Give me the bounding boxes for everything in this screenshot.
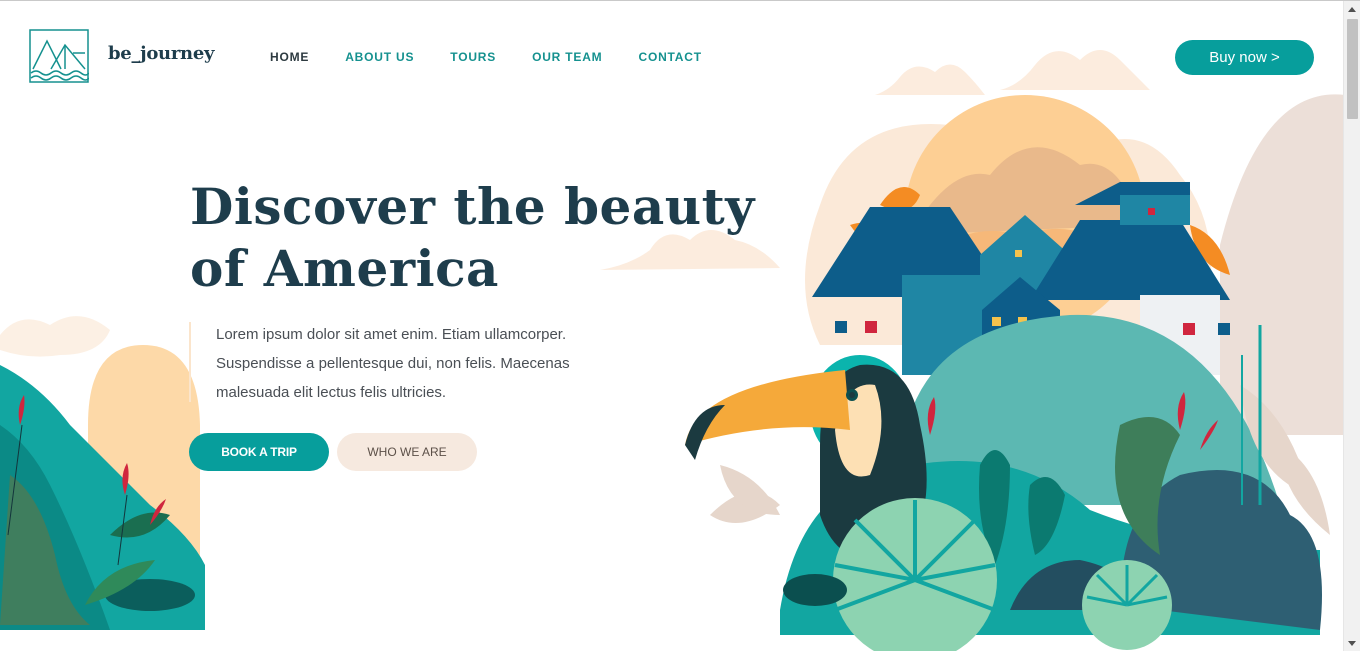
- nav-item-about-us[interactable]: ABOUT US: [345, 50, 414, 64]
- hero-description-line1: Lorem ipsum dolor sit amet enim. Etiam u…: [216, 326, 567, 343]
- nav-item-our-team[interactable]: OUR TEAM: [532, 50, 602, 64]
- hero-title: Discover the beauty of America: [190, 176, 770, 300]
- who-we-are-button[interactable]: WHO WE ARE: [337, 433, 477, 471]
- description-accent-bar: [189, 322, 191, 402]
- scroll-down-arrow-icon[interactable]: [1348, 641, 1356, 646]
- book-a-trip-button[interactable]: BOOK A TRIP: [189, 433, 329, 471]
- main-navigation: HOME ABOUT US TOURS OUR TEAM CONTACT: [270, 50, 738, 64]
- nav-item-contact[interactable]: CONTACT: [638, 50, 701, 64]
- buy-now-button[interactable]: Buy now >: [1175, 40, 1314, 75]
- nav-item-home[interactable]: HOME: [270, 50, 309, 64]
- scrollbar-thumb[interactable]: [1347, 19, 1358, 119]
- nav-item-tours[interactable]: TOURS: [450, 50, 496, 64]
- hero-title-line2: of America: [190, 239, 499, 298]
- page-scrollbar[interactable]: [1343, 1, 1360, 651]
- left-jungle-illustration: [0, 316, 205, 630]
- hero-description: Lorem ipsum dolor sit amet enim. Etiam u…: [216, 320, 616, 407]
- hero-description-line2: Suspendisse a pellentesque dui, non feli…: [216, 355, 570, 372]
- hero-title-line1: Discover the beauty: [190, 177, 755, 236]
- hero-description-line3: malesuada elit lectus felis ultricies.: [216, 384, 447, 401]
- browser-top-border: [0, 0, 1360, 1]
- mountain-waves-logo-icon[interactable]: [29, 29, 89, 83]
- brand-name[interactable]: be_journey: [108, 43, 214, 64]
- scroll-up-arrow-icon[interactable]: [1348, 7, 1356, 12]
- jungle-village-illustration: [685, 94, 1345, 651]
